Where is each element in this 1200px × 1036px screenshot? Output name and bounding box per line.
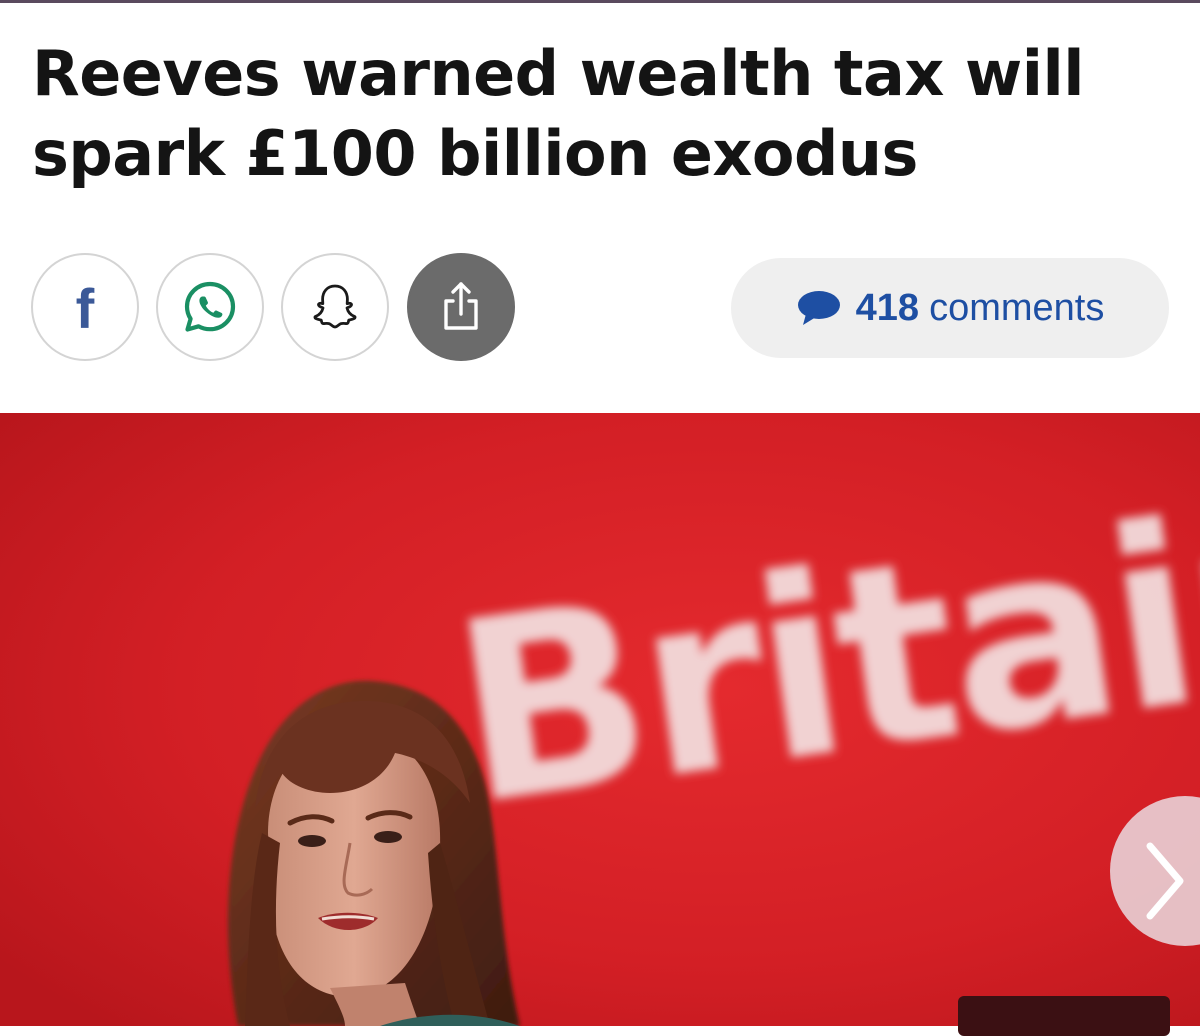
speech-bubble-icon: [797, 291, 840, 325]
hero-image[interactable]: Britain: [0, 413, 1200, 1026]
snapchat-share-button[interactable]: [281, 253, 389, 361]
native-share-button[interactable]: [407, 253, 515, 361]
share-icon: [444, 282, 478, 330]
whatsapp-share-button[interactable]: [156, 253, 264, 361]
comments-count: 418: [855, 286, 920, 329]
image-caption-tab[interactable]: [958, 996, 1170, 1036]
comments-button[interactable]: 418 comments: [731, 258, 1169, 358]
hero-photo: Britain: [0, 413, 1200, 1026]
next-image-button[interactable]: [1110, 796, 1200, 946]
chevron-right-icon: [1146, 842, 1184, 920]
whatsapp-icon: [184, 281, 236, 332]
facebook-icon: f: [75, 277, 95, 340]
comments-label: comments: [929, 286, 1105, 329]
facebook-share-button[interactable]: f: [31, 253, 139, 361]
top-rule: [0, 0, 1200, 3]
snapchat-icon: [313, 284, 357, 329]
article-headline: Reeves warned wealth tax will spark £100…: [32, 37, 1085, 190]
